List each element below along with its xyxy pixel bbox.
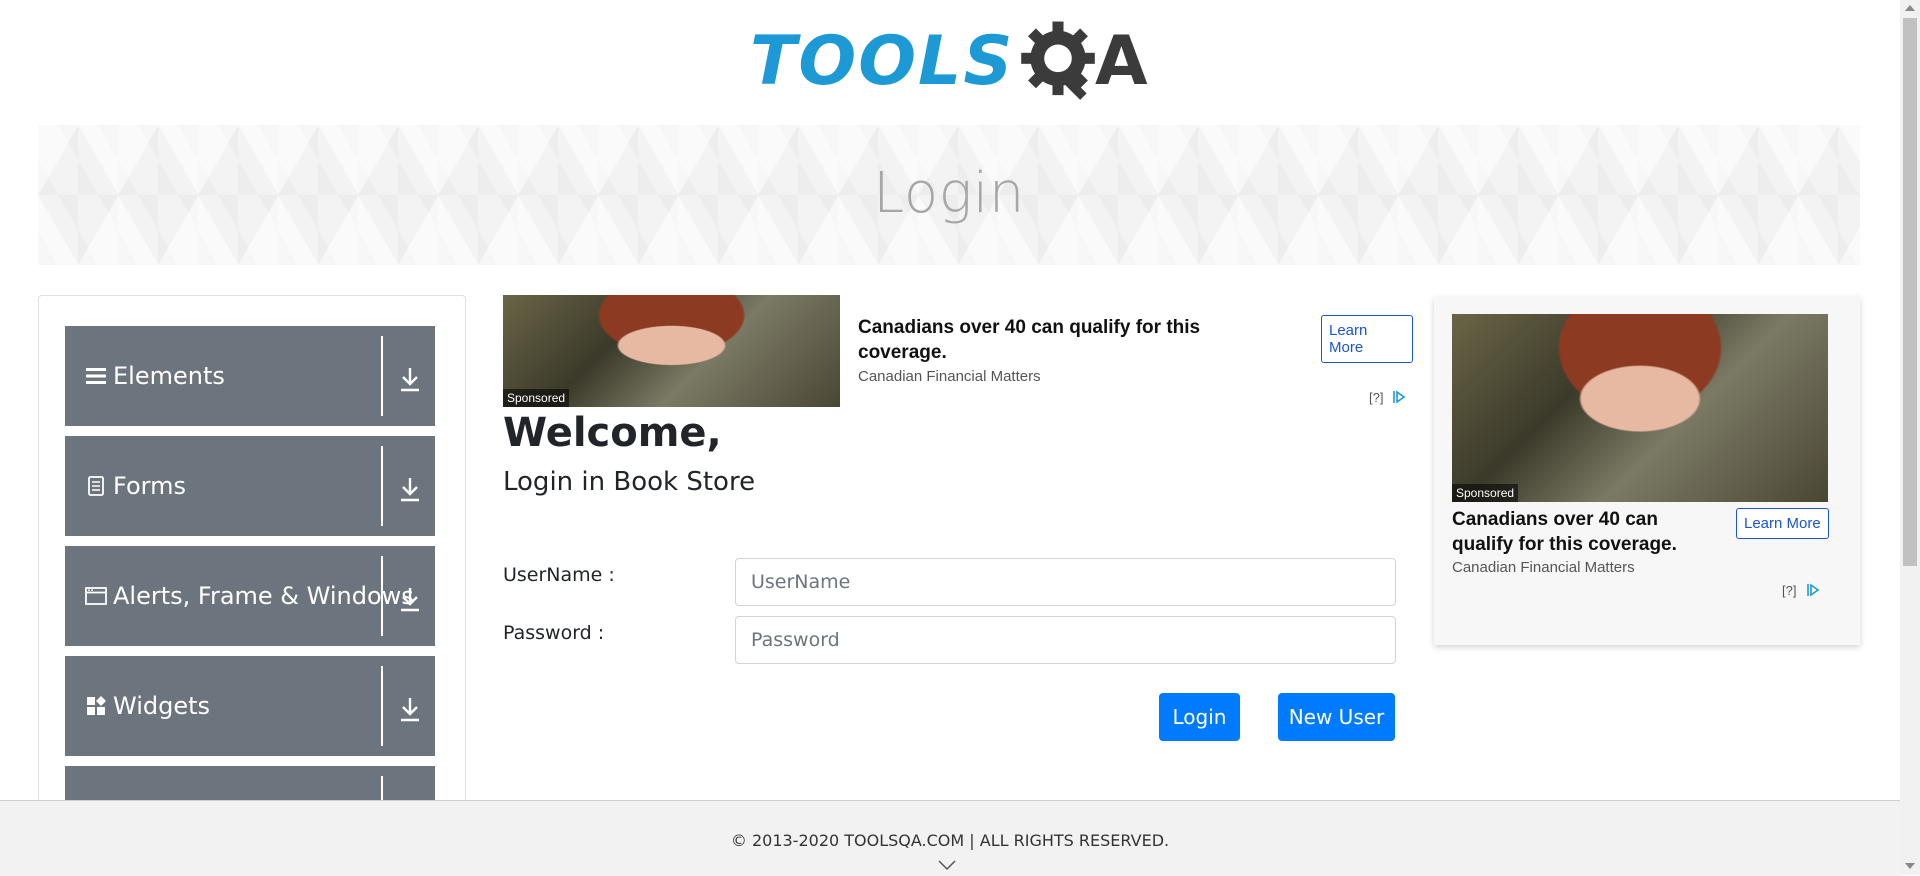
nav-group-widgets[interactable]: Widgets — [65, 656, 435, 756]
adchoices-icon[interactable] — [1392, 390, 1406, 404]
ad-headline[interactable]: Canadians over 40 can qualify for this c… — [1452, 507, 1712, 557]
copyright-text: © 2013-2020 TOOLSQA.COM | ALL RIGHTS RES… — [730, 831, 1170, 850]
download-arrow-icon — [401, 588, 419, 612]
new-user-button[interactable]: New User — [1278, 693, 1395, 741]
sponsored-tag: Sponsored — [503, 389, 570, 407]
toolsqa-logo[interactable]: TOOLS A — [750, 14, 1155, 114]
gear-magnifier-icon — [1021, 21, 1095, 100]
download-arrow-icon — [401, 698, 419, 722]
nav-divider — [381, 336, 383, 416]
ad-info-link[interactable]: [?] — [1369, 390, 1383, 405]
welcome-heading: Welcome, — [503, 410, 722, 456]
ad-advertiser: Canadian Financial Matters — [1452, 559, 1635, 576]
logo-text-a: A — [1095, 22, 1148, 101]
login-button[interactable]: Login — [1159, 693, 1240, 741]
download-arrow-icon — [401, 368, 419, 392]
nav-group-elements[interactable]: Elements — [65, 326, 435, 426]
page-title: Login — [873, 161, 1025, 226]
learn-more-button[interactable]: Learn More — [1736, 508, 1829, 539]
window-icon — [85, 585, 107, 607]
logo-text-tools: TOOLS — [750, 22, 1015, 101]
username-label: UserName : — [503, 564, 615, 586]
ad-photo[interactable]: Sponsored — [503, 295, 840, 407]
ad-info-link[interactable]: [?] — [1782, 583, 1796, 598]
login-subtitle: Login in Book Store — [503, 467, 756, 497]
hamburger-icon — [85, 365, 107, 387]
nav-divider — [381, 556, 383, 636]
page-footer: © 2013-2020 TOOLSQA.COM | ALL RIGHTS RES… — [0, 800, 1900, 876]
nav-group-label: Elements — [113, 362, 225, 390]
document-icon — [85, 475, 107, 497]
nav-divider — [381, 666, 383, 746]
nav-group-label: Alerts, Frame & Windows — [113, 582, 414, 610]
sponsored-ad-banner[interactable]: Sponsored Canadians over 40 can qualify … — [503, 295, 1413, 410]
page-banner: Login — [38, 125, 1860, 265]
chevron-down-icon[interactable] — [937, 859, 957, 871]
nav-group-label: Widgets — [113, 692, 211, 720]
adchoices-icon[interactable] — [1806, 583, 1820, 597]
password-input[interactable] — [735, 616, 1396, 664]
username-input[interactable] — [735, 558, 1396, 606]
nav-divider — [381, 446, 383, 526]
sponsored-tag: Sponsored — [1452, 484, 1519, 502]
learn-more-button[interactable]: Learn More — [1321, 315, 1413, 363]
nav-group-forms[interactable]: Forms — [65, 436, 435, 536]
download-arrow-icon — [401, 478, 419, 502]
widgets-icon — [85, 695, 107, 717]
nav-group-alerts-frame-windows[interactable]: Alerts, Frame & Windows — [65, 546, 435, 646]
left-nav-panel: Elements Forms Alerts, Frame & Windows W… — [38, 295, 466, 857]
ad-photo[interactable]: Sponsored — [1452, 314, 1828, 502]
page-scrollbar[interactable] — [1900, 0, 1920, 875]
scroll-down-arrow-icon[interactable] — [1905, 863, 1915, 869]
sponsored-ad-sidebar[interactable]: Sponsored Canadians over 40 can qualify … — [1434, 297, 1860, 645]
ad-advertiser: Canadian Financial Matters — [858, 368, 1041, 385]
ad-headline[interactable]: Canadians over 40 can qualify for this c… — [858, 315, 1238, 365]
nav-group-label: Forms — [113, 472, 186, 500]
scrollbar-thumb[interactable] — [1903, 18, 1917, 566]
password-label: Password : — [503, 622, 605, 644]
scroll-up-arrow-icon[interactable] — [1905, 5, 1915, 11]
